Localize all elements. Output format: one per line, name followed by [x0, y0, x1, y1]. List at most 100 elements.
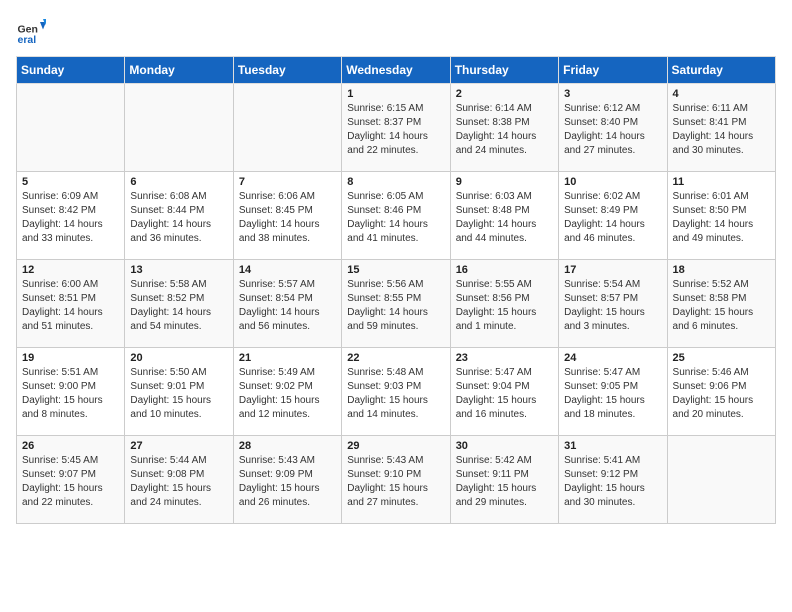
day-number: 7: [239, 176, 336, 188]
day-info: Sunrise: 5:56 AM Sunset: 8:55 PM Dayligh…: [347, 278, 444, 334]
day-info: Sunrise: 5:46 AM Sunset: 9:06 PM Dayligh…: [673, 366, 770, 422]
day-number: 27: [130, 440, 227, 452]
day-number: 19: [22, 352, 119, 364]
calendar-day-cell: 20Sunrise: 5:50 AM Sunset: 9:01 PM Dayli…: [125, 348, 233, 436]
calendar-day-cell: [17, 84, 125, 172]
day-info: Sunrise: 6:11 AM Sunset: 8:41 PM Dayligh…: [673, 102, 770, 158]
day-number: 21: [239, 352, 336, 364]
day-info: Sunrise: 5:43 AM Sunset: 9:10 PM Dayligh…: [347, 454, 444, 510]
page-header: Gen eral: [16, 16, 776, 46]
svg-text:eral: eral: [18, 34, 37, 46]
calendar-week-row: 12 Sunrise: 6:00 AM Sunset: 8:51 PM Dayli…: [17, 260, 776, 348]
day-info: Sunrise: 5:51 AM Sunset: 9:00 PM Dayligh…: [22, 366, 119, 422]
calendar-day-cell: 22 Sunrise: 5:48 AM Sunset: 9:03 PM Dayli…: [342, 348, 450, 436]
day-info: Sunrise: 5:47 AM Sunset: 9:05 PM Dayligh…: [564, 366, 661, 422]
calendar-day-cell: 23 Sunrise: 5:47 AM Sunset: 9:04 PM Dayli…: [450, 348, 558, 436]
calendar-day-cell: 24 Sunrise: 5:47 AM Sunset: 9:05 PM Dayli…: [559, 348, 667, 436]
day-number: 28: [239, 440, 336, 452]
day-info: Sunrise: 5:47 AM Sunset: 9:04 PM Dayligh…: [456, 366, 553, 422]
header-monday: Monday: [125, 57, 233, 84]
day-number: 29: [347, 440, 444, 452]
calendar-day-cell: 29 Sunrise: 5:43 AM Sunset: 9:10 PM Dayli…: [342, 436, 450, 524]
calendar-day-cell: 12 Sunrise: 6:00 AM Sunset: 8:51 PM Dayli…: [17, 260, 125, 348]
logo-icon: Gen eral: [16, 16, 46, 46]
header-sunday: Sunday: [17, 57, 125, 84]
day-number: 30: [456, 440, 553, 452]
day-info: Sunrise: 5:45 AM Sunset: 9:07 PM Dayligh…: [22, 454, 119, 510]
day-info: Sunrise: 5:44 AM Sunset: 9:08 PM Dayligh…: [130, 454, 227, 510]
calendar-day-cell: 4 Sunrise: 6:11 AM Sunset: 8:41 PM Daylig…: [667, 84, 775, 172]
header-friday: Friday: [559, 57, 667, 84]
calendar-day-cell: 1 Sunrise: 6:15 AM Sunset: 8:37 PM Daylig…: [342, 84, 450, 172]
day-info: Sunrise: 5:50 AM Sunset: 9:01 PM Dayligh…: [130, 366, 227, 422]
day-info: Sunrise: 6:12 AM Sunset: 8:40 PM Dayligh…: [564, 102, 661, 158]
calendar-day-cell: 11 Sunrise: 6:01 AM Sunset: 8:50 PM Dayli…: [667, 172, 775, 260]
header-thursday: Thursday: [450, 57, 558, 84]
day-number: 4: [673, 88, 770, 100]
day-info: Sunrise: 5:55 AM Sunset: 8:56 PM Dayligh…: [456, 278, 553, 334]
day-info: Sunrise: 5:52 AM Sunset: 8:58 PM Dayligh…: [673, 278, 770, 334]
calendar-day-cell: 16 Sunrise: 5:55 AM Sunset: 8:56 PM Dayli…: [450, 260, 558, 348]
day-info: Sunrise: 6:06 AM Sunset: 8:45 PM Dayligh…: [239, 190, 336, 246]
calendar-day-cell: 7 Sunrise: 6:06 AM Sunset: 8:45 PM Daylig…: [233, 172, 341, 260]
day-number: 5: [22, 176, 119, 188]
calendar-day-cell: 6Sunrise: 6:08 AM Sunset: 8:44 PM Daylig…: [125, 172, 233, 260]
day-number: 10: [564, 176, 661, 188]
day-number: 24: [564, 352, 661, 364]
day-number: 3: [564, 88, 661, 100]
day-info: Sunrise: 6:01 AM Sunset: 8:50 PM Dayligh…: [673, 190, 770, 246]
calendar-week-row: 19 Sunrise: 5:51 AM Sunset: 9:00 PM Dayli…: [17, 348, 776, 436]
day-number: 1: [347, 88, 444, 100]
day-number: 13: [130, 264, 227, 276]
day-number: 26: [22, 440, 119, 452]
calendar-day-cell: 31 Sunrise: 5:41 AM Sunset: 9:12 PM Dayli…: [559, 436, 667, 524]
day-info: Sunrise: 5:48 AM Sunset: 9:03 PM Dayligh…: [347, 366, 444, 422]
calendar-day-cell: 9 Sunrise: 6:03 AM Sunset: 8:48 PM Daylig…: [450, 172, 558, 260]
day-info: Sunrise: 6:03 AM Sunset: 8:48 PM Dayligh…: [456, 190, 553, 246]
calendar-day-cell: 13Sunrise: 5:58 AM Sunset: 8:52 PM Dayli…: [125, 260, 233, 348]
day-info: Sunrise: 6:15 AM Sunset: 8:37 PM Dayligh…: [347, 102, 444, 158]
calendar-day-cell: 17 Sunrise: 5:54 AM Sunset: 8:57 PM Dayli…: [559, 260, 667, 348]
day-number: 22: [347, 352, 444, 364]
header-tuesday: Tuesday: [233, 57, 341, 84]
calendar-day-cell: [667, 436, 775, 524]
day-info: Sunrise: 5:42 AM Sunset: 9:11 PM Dayligh…: [456, 454, 553, 510]
day-number: 8: [347, 176, 444, 188]
logo: Gen eral: [16, 16, 50, 46]
day-number: 16: [456, 264, 553, 276]
day-number: 31: [564, 440, 661, 452]
calendar-day-cell: 8 Sunrise: 6:05 AM Sunset: 8:46 PM Daylig…: [342, 172, 450, 260]
day-info: Sunrise: 6:14 AM Sunset: 8:38 PM Dayligh…: [456, 102, 553, 158]
calendar-day-cell: 5 Sunrise: 6:09 AM Sunset: 8:42 PM Daylig…: [17, 172, 125, 260]
day-number: 18: [673, 264, 770, 276]
calendar-week-row: 5 Sunrise: 6:09 AM Sunset: 8:42 PM Daylig…: [17, 172, 776, 260]
calendar-day-cell: 19 Sunrise: 5:51 AM Sunset: 9:00 PM Dayli…: [17, 348, 125, 436]
calendar-day-cell: 25Sunrise: 5:46 AM Sunset: 9:06 PM Dayli…: [667, 348, 775, 436]
header-saturday: Saturday: [667, 57, 775, 84]
calendar-header-row: SundayMondayTuesdayWednesdayThursdayFrid…: [17, 57, 776, 84]
calendar-day-cell: 2Sunrise: 6:14 AM Sunset: 8:38 PM Daylig…: [450, 84, 558, 172]
calendar-week-row: 1 Sunrise: 6:15 AM Sunset: 8:37 PM Daylig…: [17, 84, 776, 172]
day-info: Sunrise: 6:05 AM Sunset: 8:46 PM Dayligh…: [347, 190, 444, 246]
calendar-week-row: 26 Sunrise: 5:45 AM Sunset: 9:07 PM Dayli…: [17, 436, 776, 524]
day-info: Sunrise: 5:54 AM Sunset: 8:57 PM Dayligh…: [564, 278, 661, 334]
calendar-table: SundayMondayTuesdayWednesdayThursdayFrid…: [16, 56, 776, 524]
day-info: Sunrise: 5:41 AM Sunset: 9:12 PM Dayligh…: [564, 454, 661, 510]
calendar-day-cell: [125, 84, 233, 172]
day-info: Sunrise: 5:43 AM Sunset: 9:09 PM Dayligh…: [239, 454, 336, 510]
day-number: 15: [347, 264, 444, 276]
calendar-day-cell: [233, 84, 341, 172]
calendar-day-cell: 14Sunrise: 5:57 AM Sunset: 8:54 PM Dayli…: [233, 260, 341, 348]
day-number: 9: [456, 176, 553, 188]
calendar-day-cell: 10Sunrise: 6:02 AM Sunset: 8:49 PM Dayli…: [559, 172, 667, 260]
day-number: 11: [673, 176, 770, 188]
day-number: 17: [564, 264, 661, 276]
day-info: Sunrise: 6:09 AM Sunset: 8:42 PM Dayligh…: [22, 190, 119, 246]
day-info: Sunrise: 5:57 AM Sunset: 8:54 PM Dayligh…: [239, 278, 336, 334]
calendar-day-cell: 28 Sunrise: 5:43 AM Sunset: 9:09 PM Dayli…: [233, 436, 341, 524]
calendar-day-cell: 30 Sunrise: 5:42 AM Sunset: 9:11 PM Dayli…: [450, 436, 558, 524]
day-number: 12: [22, 264, 119, 276]
day-number: 23: [456, 352, 553, 364]
day-info: Sunrise: 6:00 AM Sunset: 8:51 PM Dayligh…: [22, 278, 119, 334]
calendar-day-cell: 3 Sunrise: 6:12 AM Sunset: 8:40 PM Daylig…: [559, 84, 667, 172]
